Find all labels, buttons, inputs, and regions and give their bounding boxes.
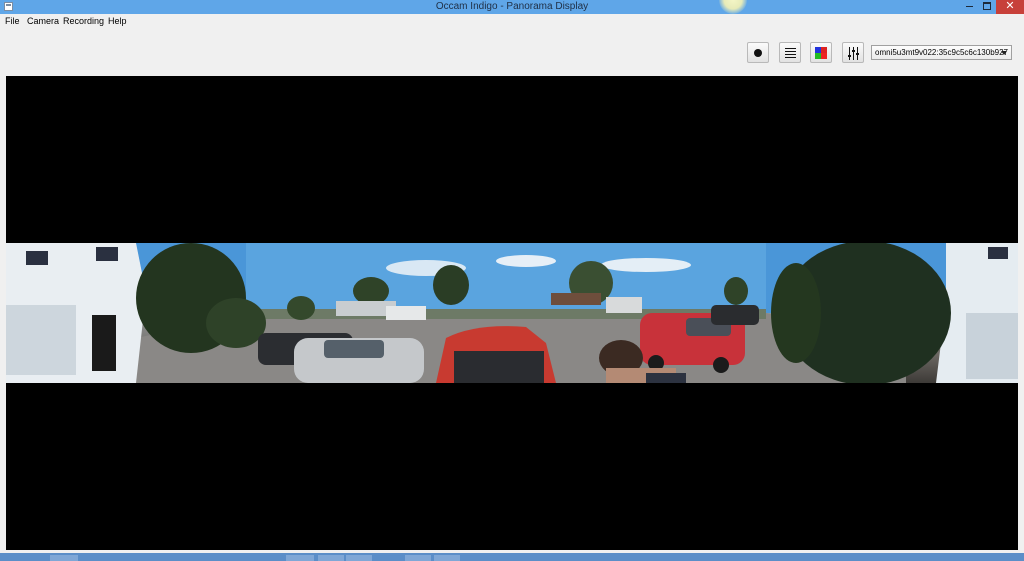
taskbar-button[interactable]: [346, 555, 372, 561]
title-bar: Occam Indigo - Panorama Display ✕: [0, 0, 1024, 14]
list-icon: [785, 48, 796, 58]
sliders-icon: [848, 47, 860, 60]
minimize-button[interactable]: [960, 0, 978, 14]
taskbar-button[interactable]: [434, 555, 460, 561]
panorama-scene: [6, 243, 1018, 383]
list-button[interactable]: [779, 42, 801, 63]
menu-help[interactable]: Help: [108, 16, 127, 26]
color-channels-icon: [815, 47, 827, 59]
window-title: Occam Indigo - Panorama Display: [435, 1, 589, 12]
record-icon: [754, 49, 762, 57]
taskbar-button[interactable]: [50, 555, 78, 561]
record-button[interactable]: [747, 42, 769, 63]
menu-recording[interactable]: Recording: [63, 16, 104, 26]
close-icon: ✕: [1005, 0, 1015, 12]
minimize-icon: [965, 5, 973, 7]
restore-button[interactable]: [978, 0, 996, 14]
panorama-image: [6, 243, 1018, 383]
panorama-display: [6, 76, 1018, 550]
taskbar-button[interactable]: [286, 555, 314, 561]
close-button[interactable]: ✕: [996, 0, 1024, 14]
restore-icon: [983, 2, 991, 11]
taskbar-button[interactable]: [318, 555, 344, 561]
menu-bar: File Camera Recording Help: [0, 14, 1024, 29]
device-select[interactable]: omni5u3mt9v022:35c9c5c6c130b927: [871, 45, 1012, 60]
menu-file[interactable]: File: [5, 16, 20, 26]
device-select-value: omni5u3mt9v022:35c9c5c6c130b927: [875, 48, 1008, 57]
chevron-down-icon: [1001, 51, 1007, 55]
taskbar: [0, 553, 1024, 561]
settings-button[interactable]: [842, 42, 864, 63]
menu-camera[interactable]: Camera: [27, 16, 59, 26]
taskbar-button[interactable]: [405, 555, 431, 561]
color-channels-button[interactable]: [810, 42, 832, 63]
